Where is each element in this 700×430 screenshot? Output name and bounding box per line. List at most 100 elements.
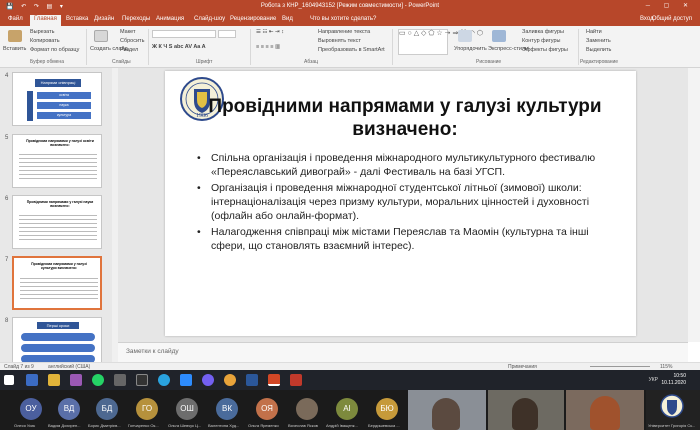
reset-button[interactable]: Сбросить <box>120 38 144 44</box>
slides-group-label: Слайды <box>112 59 131 65</box>
list-buttons[interactable]: ☰ ☷ ⇤ ⇥ ↕ <box>256 29 284 35</box>
person-silhouette <box>512 398 538 430</box>
word-icon[interactable] <box>246 374 258 386</box>
tab-transitions[interactable]: Переходы <box>122 16 150 22</box>
layout-button[interactable]: Макет <box>120 29 136 35</box>
app-icon[interactable] <box>70 374 82 386</box>
whatsapp-icon[interactable] <box>92 374 104 386</box>
participant-video[interactable] <box>408 390 486 430</box>
tab-home[interactable]: Главная <box>30 15 61 26</box>
thumb-shape <box>21 355 95 362</box>
zoom-app-icon[interactable] <box>180 374 192 386</box>
chrome-icon[interactable] <box>26 374 38 386</box>
group-separator <box>392 29 393 65</box>
font-size-select[interactable] <box>218 30 236 38</box>
powerpoint-icon[interactable] <box>268 374 280 386</box>
tab-review[interactable]: Рецензирование <box>230 16 276 22</box>
person-silhouette <box>590 396 620 430</box>
system-clock[interactable]: 10:50 10.11.2020 <box>661 373 686 387</box>
tab-animation[interactable]: Анимация <box>156 16 184 22</box>
current-slide[interactable]: 1986 Провідними напрямами у галузі культ… <box>165 71 636 336</box>
telegram-icon[interactable] <box>158 374 170 386</box>
window-controls[interactable]: ─ ▢ ✕ <box>646 2 694 9</box>
clipboard-group-label: Буфер обмена <box>30 59 64 65</box>
participant-avatar[interactable]: БД <box>96 398 118 420</box>
participant-avatar[interactable]: ОШ <box>176 398 198 420</box>
slide-scrollbar[interactable] <box>688 68 700 342</box>
participant-name: Вадим Дохирен... <box>48 423 81 428</box>
text-direction-button[interactable]: Направление текста <box>318 29 370 35</box>
thumb-item: освіта <box>37 92 91 99</box>
slide-thumbnail-8[interactable]: Перші кроки <box>12 317 102 362</box>
notes-pane[interactable]: Заметки к слайду <box>118 342 688 362</box>
participant-avatar[interactable]: ГО <box>136 398 158 420</box>
participant-avatar[interactable]: БЮ <box>376 398 398 420</box>
participant-name: Олеся Усик <box>14 423 36 428</box>
thumb-number: 8 <box>5 318 9 324</box>
cut-button[interactable]: Вырезать <box>30 29 54 35</box>
zoom-slider[interactable] <box>590 366 650 367</box>
tab-file[interactable]: Файл <box>8 16 23 22</box>
thumb-title: Провідними напрямами у галузі освіти виз… <box>26 139 94 147</box>
video-call-strip: ОУ Олеся Усик ВД Вадим Дохирен... БД Бор… <box>0 390 700 430</box>
participant-name: Бердишевська ... <box>368 423 400 428</box>
select-button[interactable]: Выделить <box>586 47 611 53</box>
section-button[interactable]: Раздел <box>120 47 138 53</box>
participant-name: Вячеслав Ясков <box>288 423 318 428</box>
format-painter-button[interactable]: Формат по образцу <box>30 47 79 53</box>
participant-avatar[interactable]: ВД <box>58 398 80 420</box>
font-format-buttons[interactable]: Ж К Ч S abc AV Aa A <box>152 44 206 50</box>
slide-title[interactable]: Провідними напрямами у галузі культури в… <box>195 95 615 141</box>
person-silhouette <box>432 398 460 430</box>
smartart-button[interactable]: Преобразовать в SmartArt <box>318 47 385 53</box>
participant-video[interactable] <box>566 390 644 430</box>
slide-thumbnails-pane[interactable]: 4 Напрями співпраці освіта наука культур… <box>0 68 112 362</box>
help-search[interactable]: Что вы хотите сделать? <box>310 16 376 22</box>
file-explorer-icon[interactable] <box>48 374 60 386</box>
slide-thumbnail-4[interactable]: Напрями співпраці освіта наука культура <box>12 72 102 126</box>
align-text-button[interactable]: Выровнять текст <box>318 38 361 44</box>
arrange-button[interactable]: Упорядочить <box>454 46 487 52</box>
participant-photo[interactable] <box>296 398 318 420</box>
slide-thumbnail-7[interactable]: Провідними напрямами у галузі культури в… <box>12 256 102 310</box>
ribbon: Вставить Вырезать Копировать Формат по о… <box>0 26 700 68</box>
arrange-icon <box>458 30 472 42</box>
participant-avatar[interactable]: ОЯ <box>256 398 278 420</box>
viber-icon[interactable] <box>202 374 214 386</box>
participant-video[interactable] <box>488 390 564 430</box>
participant-avatar[interactable]: АІ <box>336 398 358 420</box>
participant-name: Гончаренко Ок... <box>128 423 159 428</box>
slide-thumbnail-5[interactable]: Провідними напрямами у галузі освіти виз… <box>12 134 102 188</box>
shapes-gallery[interactable]: ▭ ○ △ ◇ ⬠ ☆ ➝ ⇒ { } ◠ ⬡ <box>398 29 483 55</box>
font-family-select[interactable] <box>152 30 216 38</box>
participant-name: Університет Григорія Ск... <box>648 423 696 428</box>
media-icon[interactable] <box>114 374 126 386</box>
pdf-icon[interactable] <box>290 374 302 386</box>
shape-effects-button[interactable]: Эффекты фигуры <box>522 47 568 53</box>
terminal-icon[interactable] <box>136 374 148 386</box>
tab-slideshow[interactable]: Слайд-шоу <box>194 16 225 22</box>
thumb-number: 6 <box>5 196 9 202</box>
browser-icon[interactable] <box>224 374 236 386</box>
keyboard-language[interactable]: УКР <box>649 377 658 383</box>
align-buttons[interactable]: ≡ ≡ ≡ ≡ ▥ <box>256 44 280 50</box>
thumb-text-lines <box>19 151 97 179</box>
bullet-item: • Організація і проведення міжнародної ст… <box>191 181 621 223</box>
tab-insert[interactable]: Вставка <box>66 16 88 22</box>
participant-tile-university[interactable]: Університет Григорія Ск... <box>646 390 700 430</box>
share-button[interactable]: Общий доступ <box>652 16 692 22</box>
replace-button[interactable]: Заменить <box>586 38 611 44</box>
windows-start-icon[interactable] <box>4 375 14 385</box>
slide-thumbnail-6[interactable]: Провідними напрямами у галузі науки визн… <box>12 195 102 249</box>
tab-design[interactable]: Дизайн <box>94 16 114 22</box>
find-button[interactable]: Найти <box>586 29 602 35</box>
thumb-text-lines <box>19 212 97 242</box>
shape-fill-button[interactable]: Заливка фигуры <box>522 29 564 35</box>
participant-avatar[interactable]: ОУ <box>20 398 42 420</box>
tab-view[interactable]: Вид <box>282 16 293 22</box>
paste-button[interactable]: Вставить <box>3 46 26 52</box>
participant-avatar[interactable]: ВК <box>216 398 238 420</box>
copy-button[interactable]: Копировать <box>30 38 60 44</box>
shape-outline-button[interactable]: Контур фигуры <box>522 38 560 44</box>
bullet-list[interactable]: • Спільна організація і проведення міжнар… <box>191 151 621 255</box>
